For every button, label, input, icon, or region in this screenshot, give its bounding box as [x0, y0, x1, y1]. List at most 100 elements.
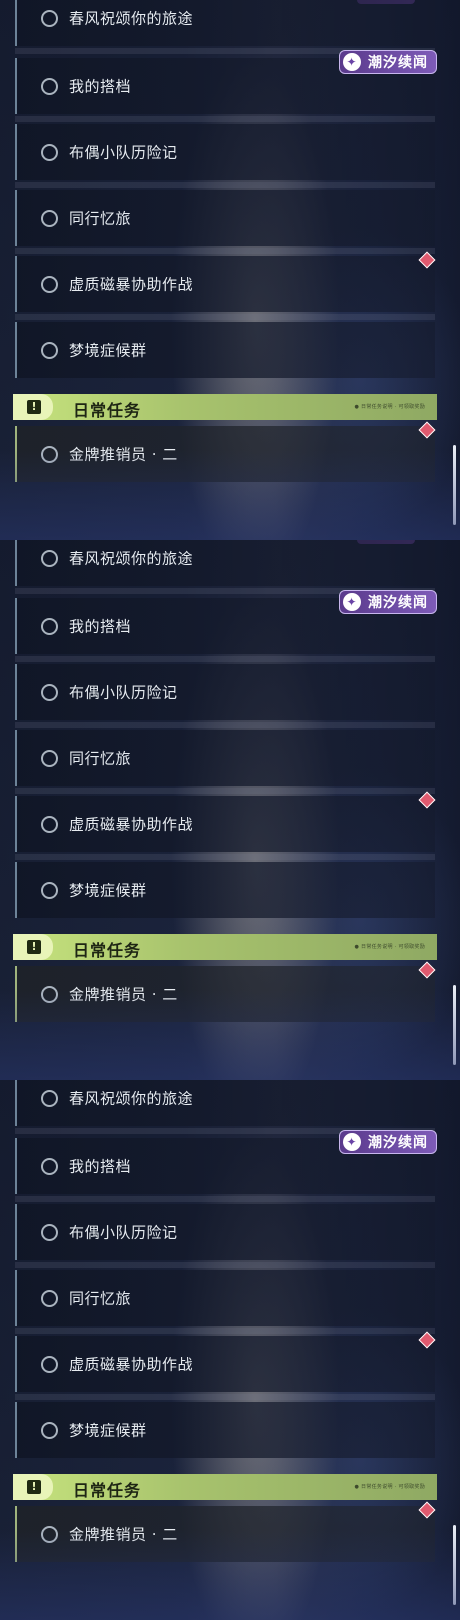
status-circle-icon: [41, 882, 58, 899]
divider: [15, 248, 435, 254]
quest-item[interactable]: 梦境症候群: [15, 862, 435, 918]
quest-label: 布偶小队历险记: [69, 1223, 178, 1242]
section-caption: ● 日常任务说明 · 可领取奖励: [354, 1484, 425, 1490]
divider: [15, 1196, 435, 1202]
quest-label: 我的搭档: [69, 77, 132, 96]
section-caption: ● 日常任务说明 · 可领取奖励: [354, 944, 425, 950]
daily-quest-header: ! 日常任务 ● 日常任务说明 · 可领取奖励: [13, 394, 437, 420]
exclamation-icon: !: [27, 400, 41, 414]
quest-label: 虚质磁暴协助作战: [69, 275, 194, 294]
quest-panel-3: 春风祝颂你的旅途 我的搭档 布偶小队历险记 同行忆旅 虚质磁暴协助作战 梦境症候…: [0, 1080, 460, 1620]
divider: [15, 182, 435, 188]
divider: [15, 116, 435, 122]
status-circle-icon: [41, 210, 58, 227]
status-circle-icon: [41, 1224, 58, 1241]
quest-item[interactable]: 梦境症候群: [15, 1402, 435, 1458]
quest-item[interactable]: 春风祝颂你的旅途: [15, 540, 435, 586]
sparkle-icon: ✦: [343, 1133, 361, 1151]
quest-label: 我的搭档: [69, 1157, 132, 1176]
quest-item[interactable]: 虚质磁暴协助作战: [15, 796, 435, 852]
quest-item[interactable]: 金牌推销员 · 二: [15, 966, 435, 1022]
quest-item[interactable]: 梦境症候群: [15, 322, 435, 378]
quest-item[interactable]: 虚质磁暴协助作战: [15, 1336, 435, 1392]
sparkle-icon: ✦: [343, 53, 361, 71]
divider: [15, 722, 435, 728]
quest-item[interactable]: 金牌推销员 · 二: [15, 426, 435, 482]
divider: [15, 314, 435, 320]
exclamation-icon: !: [27, 940, 41, 954]
quest-item[interactable]: 布偶小队历险记: [15, 124, 435, 180]
quest-label: 虚质磁暴协助作战: [69, 1355, 194, 1374]
status-circle-icon: [41, 750, 58, 767]
tide-news-badge[interactable]: ✦ 潮汐续闻: [339, 590, 437, 614]
quest-label: 同行忆旅: [69, 749, 132, 768]
header-icon-box: !: [13, 394, 53, 420]
daily-quest-header: ! 日常任务 ● 日常任务说明 · 可领取奖励: [13, 934, 437, 960]
quest-label: 春风祝颂你的旅途: [69, 549, 194, 568]
scrollbar[interactable]: [453, 1525, 456, 1605]
tide-news-badge[interactable]: ✦ 潮汐续闻: [339, 50, 437, 74]
quest-item[interactable]: 虚质磁暴协助作战: [15, 256, 435, 312]
status-circle-icon: [41, 986, 58, 1003]
badge-label: 潮汐续闻: [368, 55, 428, 71]
scrollbar[interactable]: [453, 985, 456, 1065]
status-circle-icon: [41, 1422, 58, 1439]
divider: [15, 1328, 435, 1334]
quest-label: 春风祝颂你的旅途: [69, 9, 194, 28]
status-circle-icon: [41, 10, 58, 27]
section-title: 日常任务: [73, 941, 142, 960]
quest-label: 梦境症候群: [69, 881, 147, 900]
quest-label: 布偶小队历险记: [69, 683, 178, 702]
badge-label: 潮汐续闻: [368, 1135, 428, 1151]
status-circle-icon: [41, 144, 58, 161]
quest-label: 同行忆旅: [69, 1289, 132, 1308]
quest-item[interactable]: 同行忆旅: [15, 1270, 435, 1326]
section-title: 日常任务: [73, 401, 142, 420]
quest-item[interactable]: 布偶小队历险记: [15, 1204, 435, 1260]
quest-label: 同行忆旅: [69, 209, 132, 228]
daily-quest-header: ! 日常任务 ● 日常任务说明 · 可领取奖励: [13, 1474, 437, 1500]
section-title: 日常任务: [73, 1481, 142, 1500]
quest-item[interactable]: 同行忆旅: [15, 730, 435, 786]
quest-item[interactable]: 同行忆旅: [15, 190, 435, 246]
quest-label: 金牌推销员 · 二: [69, 1525, 178, 1544]
quest-label: 金牌推销员 · 二: [69, 445, 178, 464]
quest-item[interactable]: 春风祝颂你的旅途: [15, 1080, 435, 1126]
quest-item[interactable]: 春风祝颂你的旅途: [15, 0, 435, 46]
status-circle-icon: [41, 618, 58, 635]
quest-item[interactable]: 金牌推销员 · 二: [15, 1506, 435, 1562]
quest-label: 梦境症候群: [69, 341, 147, 360]
status-circle-icon: [41, 446, 58, 463]
header-icon-box: !: [13, 934, 53, 960]
divider: [15, 1394, 435, 1400]
sparkle-icon: ✦: [343, 593, 361, 611]
quest-label: 春风祝颂你的旅途: [69, 1089, 194, 1108]
quest-panel-1: 春风祝颂你的旅途 我的搭档 布偶小队历险记 同行忆旅 虚质磁暴协助作战 梦境症候…: [0, 0, 460, 540]
divider: [15, 854, 435, 860]
header-icon-box: !: [13, 1474, 53, 1500]
status-circle-icon: [41, 78, 58, 95]
tide-news-badge[interactable]: ✦ 潮汐续闻: [339, 1130, 437, 1154]
status-circle-icon: [41, 550, 58, 567]
section-caption: ● 日常任务说明 · 可领取奖励: [354, 404, 425, 410]
quest-label: 虚质磁暴协助作战: [69, 815, 194, 834]
quest-panel-2: 春风祝颂你的旅途 我的搭档 布偶小队历险记 同行忆旅 虚质磁暴协助作战 梦境症候…: [0, 540, 460, 1080]
status-circle-icon: [41, 816, 58, 833]
status-circle-icon: [41, 342, 58, 359]
status-circle-icon: [41, 684, 58, 701]
status-circle-icon: [41, 1526, 58, 1543]
scrollbar[interactable]: [453, 445, 456, 525]
quest-item[interactable]: 布偶小队历险记: [15, 664, 435, 720]
status-circle-icon: [41, 1290, 58, 1307]
status-circle-icon: [41, 1356, 58, 1373]
divider: [15, 656, 435, 662]
divider: [15, 1262, 435, 1268]
status-circle-icon: [41, 276, 58, 293]
quest-label: 我的搭档: [69, 617, 132, 636]
status-circle-icon: [41, 1158, 58, 1175]
status-circle-icon: [41, 1090, 58, 1107]
divider: [15, 788, 435, 794]
quest-label: 梦境症候群: [69, 1421, 147, 1440]
quest-label: 布偶小队历险记: [69, 143, 178, 162]
quest-label: 金牌推销员 · 二: [69, 985, 178, 1004]
